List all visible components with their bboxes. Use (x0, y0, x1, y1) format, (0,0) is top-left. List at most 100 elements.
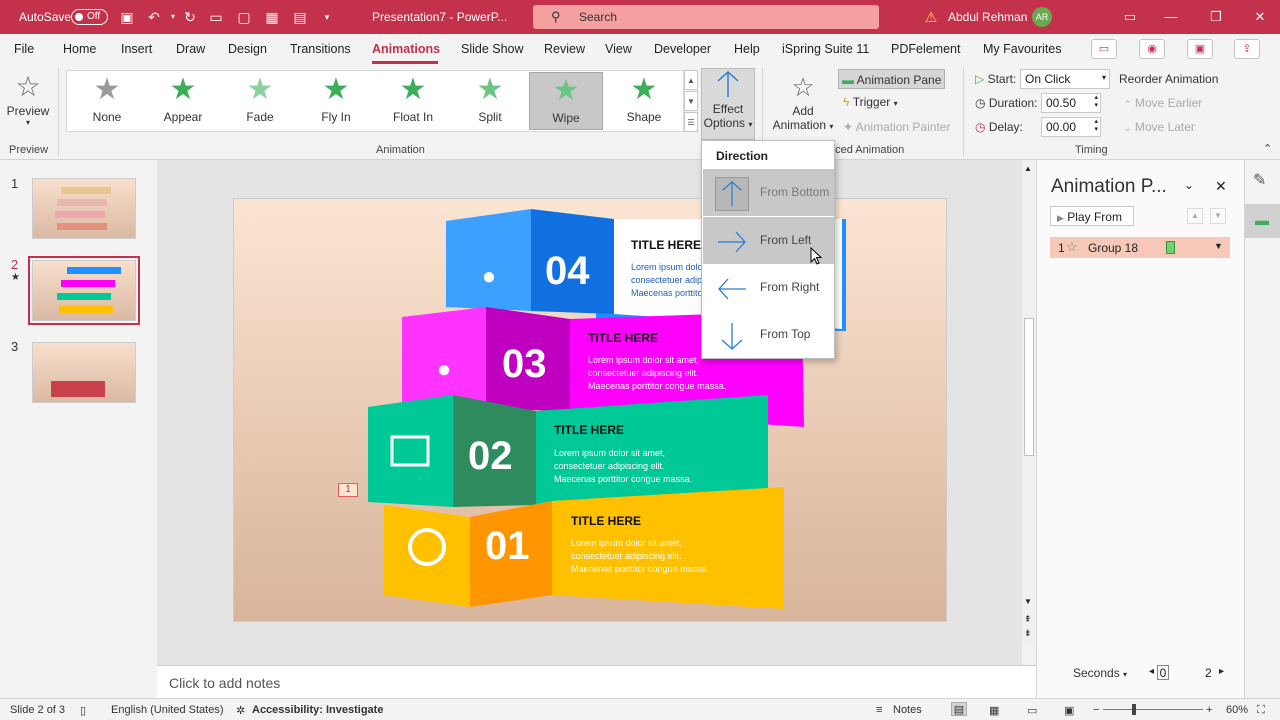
user-name[interactable]: Abdul Rehman (948, 10, 1027, 24)
move-up-icon[interactable]: ▲ (1187, 208, 1203, 224)
seconds-dropdown[interactable]: Seconds ▾ (1073, 666, 1127, 680)
close-icon[interactable]: ✕ (1251, 8, 1269, 26)
zoom-slider[interactable] (1103, 709, 1203, 710)
reading-view-icon[interactable]: ▭ (1027, 704, 1037, 717)
image-icon[interactable]: ▦ (263, 8, 281, 26)
scroll-up-icon[interactable]: ▲ (1024, 164, 1032, 173)
tab-insert[interactable]: Insert (121, 42, 152, 56)
search-box[interactable]: ⚲ Search (533, 5, 879, 29)
tab-animations[interactable]: Animations (372, 42, 440, 56)
anim-appear[interactable]: ★ Appear (146, 72, 220, 130)
anim-wipe[interactable]: ★ Wipe (529, 72, 603, 130)
tab-draw[interactable]: Draw (176, 42, 205, 56)
slide-thumbnail-1[interactable] (32, 178, 136, 239)
designer-icon[interactable]: ✎ (1253, 170, 1266, 190)
zoom-in-icon[interactable]: + (1206, 704, 1212, 716)
collapse-ribbon-icon[interactable]: ⌃ (1263, 142, 1272, 155)
fit-slide-icon[interactable]: ⛶ (1257, 704, 1265, 717)
notes-area[interactable]: Click to add notes (157, 665, 1036, 698)
slide-thumbnail-2[interactable] (28, 256, 140, 325)
anim-split[interactable]: ★ Split (453, 72, 527, 130)
trigger-button[interactable]: ϟ Trigger ▾ (843, 95, 898, 109)
close-icon[interactable]: ✕ (1215, 178, 1227, 195)
vertical-scrollbar[interactable]: ▲ ▼ ⇞ ⇟ (1022, 160, 1036, 645)
duration-field[interactable]: 00.50 ▴ ▾ (1041, 93, 1101, 113)
move-later-button[interactable]: ⌄ Move Later (1124, 120, 1195, 134)
anim-none[interactable]: ★ None (70, 72, 144, 130)
previous-slide-icon[interactable]: ⇞ (1024, 614, 1032, 625)
tab-home[interactable]: Home (63, 42, 96, 56)
ribbon-display-icon[interactable]: ▭ (1121, 8, 1139, 26)
tab-view[interactable]: View (605, 42, 632, 56)
scroll-up-icon[interactable]: ▲ (684, 70, 698, 90)
tab-ispring[interactable]: iSpring Suite 11 (782, 42, 869, 56)
tab-file[interactable]: File (14, 42, 34, 56)
tab-transitions[interactable]: Transitions (290, 42, 351, 56)
gallery-more-icon[interactable]: ☰ (684, 112, 698, 132)
direction-from-bottom[interactable]: From Bottom (703, 169, 834, 216)
picture-icon[interactable]: ▢ (235, 8, 253, 26)
slide-thumbnail-3[interactable] (32, 342, 136, 403)
tab-pdfelement[interactable]: PDFelement (891, 42, 960, 56)
avatar[interactable]: AR (1032, 7, 1052, 27)
customize-qat-icon[interactable]: ▾ (318, 8, 336, 26)
chevron-down-icon[interactable]: ▼ (1214, 241, 1223, 251)
animation-list-item[interactable]: 1 ☆ Group 18 ▼ (1050, 237, 1230, 258)
share-button[interactable]: ⇪ (1234, 39, 1260, 59)
animation-painter-button[interactable]: ✦ Animation Painter (843, 120, 950, 134)
slide-sorter-icon[interactable]: ▦ (989, 704, 999, 717)
undo-dropdown-icon[interactable]: ▾ (164, 8, 182, 26)
zoom-level[interactable]: 60% (1226, 704, 1248, 716)
minimize-icon[interactable]: — (1162, 8, 1180, 26)
pdf-icon[interactable]: ▤ (291, 8, 309, 26)
undo-icon[interactable]: ↶ (145, 8, 163, 26)
animation-pane-toggle[interactable]: ▬ (1245, 204, 1280, 238)
comments-button[interactable]: ▭ (1091, 39, 1117, 59)
spellcheck-icon[interactable]: ▯ (80, 704, 86, 717)
save-icon[interactable]: ▣ (118, 8, 136, 26)
tab-design[interactable]: Design (228, 42, 267, 56)
notes-button[interactable]: Notes (893, 704, 922, 716)
slide-show-icon[interactable]: ▣ (1064, 704, 1074, 717)
delay-field[interactable]: 00.00 ▴ ▾ (1041, 117, 1101, 137)
tab-developer[interactable]: Developer (654, 42, 711, 56)
animation-pane-button[interactable]: ▬ Animation Pane (838, 69, 945, 89)
anim-float-in[interactable]: ★ Float In (376, 72, 450, 130)
move-earlier-button[interactable]: ⌃ Move Earlier (1124, 96, 1202, 110)
anim-fly-in[interactable]: ★ Fly In (299, 72, 373, 130)
effect-options-button[interactable]: Effect Options ▾ (701, 68, 755, 140)
add-animation-button[interactable]: ☆ Add Animation ▾ (770, 70, 836, 136)
direction-from-right[interactable]: From Right (703, 264, 834, 311)
direction-from-top[interactable]: From Top (703, 311, 834, 358)
tab-slide-show[interactable]: Slide Show (461, 42, 524, 56)
slide-canvas[interactable]: ● ● 04 TITLE HERE Lorem ipsum dolor sit … (233, 198, 947, 622)
tab-my-favourites[interactable]: My Favourites (983, 42, 1062, 56)
present-teams-button[interactable]: ▣ (1187, 39, 1213, 59)
anim-shape[interactable]: ★ Shape (607, 72, 681, 130)
stepper-icon[interactable]: ▴ ▾ (1094, 94, 1098, 110)
language[interactable]: English (United States) (111, 704, 224, 716)
zoom-thumb[interactable] (1132, 704, 1136, 715)
scroll-down-icon[interactable]: ▼ (1024, 597, 1032, 606)
scroll-down-icon[interactable]: ▼ (684, 91, 698, 111)
move-down-icon[interactable]: ▼ (1210, 208, 1226, 224)
scroll-thumb[interactable] (1024, 318, 1034, 456)
redo-icon[interactable]: ↻ (181, 8, 199, 26)
autosave-toggle[interactable]: Off (71, 9, 108, 25)
warning-icon[interactable]: ⚠ (922, 8, 940, 26)
next-slide-icon[interactable]: ⇟ (1024, 628, 1032, 639)
animation-order-tag[interactable]: 1 (338, 483, 358, 497)
stepper-icon[interactable]: ▴ ▾ (1094, 118, 1098, 134)
start-select[interactable]: On Click ▾ (1020, 69, 1110, 89)
timeline-right-icon[interactable]: ▸ (1219, 666, 1224, 677)
preview-button[interactable]: ☆ Preview ▾ (6, 70, 50, 134)
restore-icon[interactable]: ❐ (1207, 8, 1225, 26)
timeline-left-icon[interactable]: ◂ (1149, 666, 1154, 677)
tab-review[interactable]: Review (544, 42, 585, 56)
present-icon[interactable]: ▭ (207, 8, 225, 26)
chevron-down-icon[interactable]: ⌄ (1184, 178, 1194, 192)
anim-fade[interactable]: ★ Fade (223, 72, 297, 130)
zoom-out-icon[interactable]: − (1093, 704, 1099, 716)
record-button[interactable]: ◉ (1139, 39, 1165, 59)
play-from-button[interactable]: ▶ Play From (1050, 206, 1134, 226)
